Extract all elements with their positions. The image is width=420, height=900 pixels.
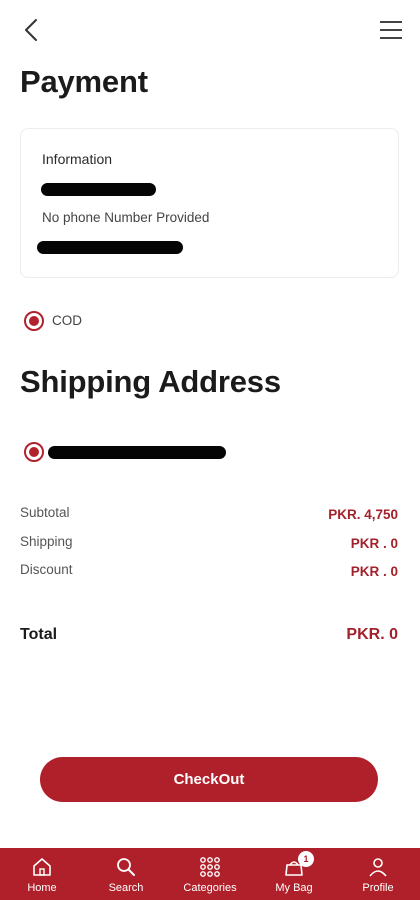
total-label: Total: [20, 626, 58, 643]
checkout-button[interactable]: CheckOut: [40, 757, 378, 802]
information-card: Information No phone Number Provided: [20, 128, 399, 278]
address-radio[interactable]: [24, 442, 44, 462]
chevron-left-icon: [25, 19, 37, 41]
nav-home[interactable]: Home: [0, 848, 84, 900]
cod-label: COD: [52, 313, 82, 328]
profile-icon: [369, 858, 387, 877]
redacted-name: [41, 183, 156, 196]
nav-profile[interactable]: Profile: [336, 848, 420, 900]
redacted-address: [48, 446, 226, 459]
home-icon: [33, 858, 51, 876]
shipping-address-title: Shipping Address: [20, 364, 281, 399]
bag-count-badge: 1: [298, 851, 314, 867]
cod-radio[interactable]: [24, 311, 44, 331]
subtotal-label: Subtotal: [20, 505, 70, 520]
total-value: PKR. 0: [346, 626, 398, 643]
nav-my-bag-label: My Bag: [275, 882, 313, 894]
shipping-label: Shipping: [20, 534, 73, 549]
search-icon: [117, 858, 135, 876]
phone-text: No phone Number Provided: [42, 210, 210, 225]
subtotal-value: PKR. 4,750: [328, 507, 398, 522]
back-button[interactable]: [18, 16, 46, 44]
hamburger-menu-icon: [380, 21, 402, 39]
menu-button[interactable]: [378, 18, 404, 42]
discount-label: Discount: [20, 562, 73, 577]
grid-icon: [200, 857, 220, 877]
nav-search[interactable]: Search: [84, 848, 168, 900]
information-title: Information: [42, 151, 113, 167]
nav-home-label: Home: [27, 882, 57, 894]
nav-categories[interactable]: Categories: [168, 848, 252, 900]
bottom-nav: Home Search Categories 1 My Bag Profile: [0, 848, 420, 900]
nav-search-label: Search: [108, 882, 144, 894]
top-bar: [0, 0, 420, 62]
shipping-value: PKR . 0: [350, 536, 398, 551]
redacted-email: [37, 241, 183, 254]
nav-my-bag[interactable]: 1 My Bag: [252, 848, 336, 900]
discount-value: PKR . 0: [350, 564, 398, 579]
nav-profile-label: Profile: [362, 882, 394, 894]
nav-categories-label: Categories: [183, 882, 237, 894]
page-title: Payment: [20, 64, 148, 99]
